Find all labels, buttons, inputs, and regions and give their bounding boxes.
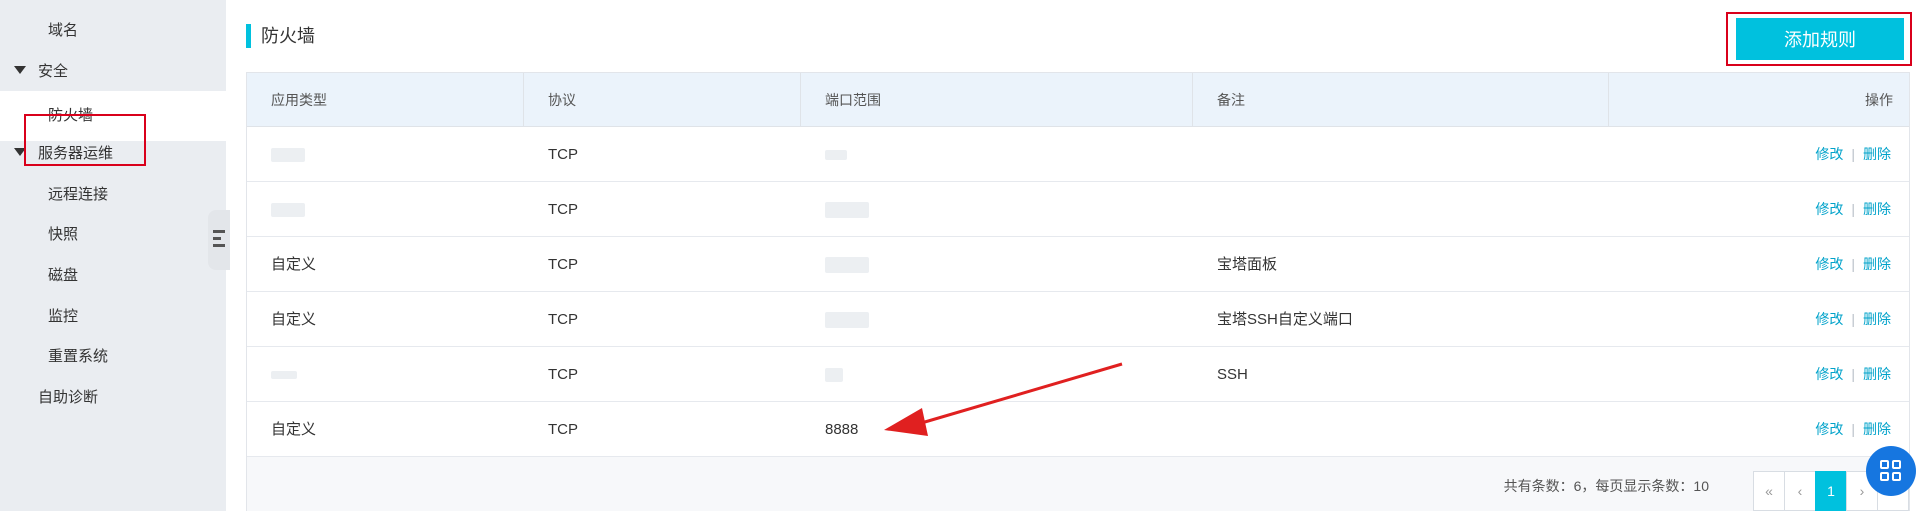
port-cell — [801, 237, 1193, 292]
port-cell — [801, 347, 1193, 402]
grid-apps-icon — [1880, 460, 1902, 482]
table-row: 自定义 TCP 宝塔SSH自定义端口 修改 | 删除 — [247, 292, 1909, 347]
app-type-cell: 自定义 — [271, 421, 317, 438]
edit-link[interactable]: 修改 — [1815, 201, 1843, 217]
action-separator: | — [1851, 201, 1855, 217]
column-header-app-type: 应用类型 — [247, 73, 524, 127]
port-cell: 8888 — [825, 421, 859, 438]
table-row: TCP 修改 | 删除 — [247, 182, 1909, 237]
column-header-actions: 操作 — [1865, 92, 1893, 108]
note-cell — [1193, 127, 1609, 182]
firewall-rules-table: 应用类型 协议 端口范围 备注 操作 TCP 修改 | 删除 TCP 修改 | 删除 自… — [246, 72, 1910, 511]
floating-apps-button[interactable] — [1866, 446, 1916, 496]
action-separator: | — [1851, 421, 1855, 437]
edit-link[interactable]: 修改 — [1815, 146, 1843, 162]
app-type-cell: 自定义 — [271, 256, 317, 273]
page-title: 防火墙 — [261, 26, 315, 46]
column-header-note: 备注 — [1193, 73, 1609, 127]
note-cell — [1193, 182, 1609, 237]
delete-link[interactable]: 删除 — [1863, 366, 1891, 382]
sidebar-item-label: 监控 — [48, 308, 79, 325]
app-type-cell — [247, 347, 524, 402]
protocol-cell: TCP — [548, 201, 578, 218]
collapse-menu-icon[interactable] — [213, 230, 225, 250]
action-separator: | — [1851, 146, 1855, 162]
sidebar: 域名 安全 防火墙 服务器运维 远程连接 快照 磁盘 监控 重置系统 自助诊断 — [0, 0, 226, 511]
current-page-button[interactable]: 1 — [1815, 471, 1847, 511]
action-separator: | — [1851, 256, 1855, 272]
delete-link[interactable]: 删除 — [1863, 311, 1891, 327]
sidebar-item-label: 服务器运维 — [38, 145, 114, 162]
sidebar-item-label: 防火墙 — [48, 107, 94, 124]
table-row: TCP 修改 | 删除 — [247, 127, 1909, 182]
edit-link[interactable]: 修改 — [1815, 256, 1843, 272]
table-row: TCP SSH 修改 | 删除 — [247, 347, 1909, 402]
row-actions: 修改 | 删除 — [1815, 347, 1891, 402]
add-rule-button[interactable]: 添加规则 — [1736, 18, 1904, 60]
edit-link[interactable]: 修改 — [1815, 311, 1843, 327]
action-separator: | — [1851, 311, 1855, 327]
redacted-text — [825, 202, 869, 219]
delete-link[interactable]: 删除 — [1863, 146, 1891, 162]
redacted-text — [271, 203, 305, 218]
sidebar-item-label: 安全 — [38, 63, 69, 80]
table-header: 应用类型 协议 端口范围 备注 操作 — [247, 73, 1909, 127]
redacted-text — [825, 368, 843, 383]
caret-down-icon — [14, 148, 26, 157]
port-cell — [801, 292, 1193, 347]
table-row: 自定义 TCP 宝塔面板 修改 | 删除 — [247, 237, 1909, 292]
note-cell — [1193, 402, 1609, 457]
pagination-info: 共有条数：6，每页显示条数：10 — [1503, 478, 1709, 494]
note-cell: 宝塔SSH自定义端口 — [1217, 311, 1353, 328]
row-actions: 修改 | 删除 — [1815, 182, 1891, 237]
sidebar-item-label: 重置系统 — [48, 348, 109, 365]
column-header-protocol: 协议 — [524, 73, 801, 127]
app-type-cell — [247, 182, 524, 237]
delete-link[interactable]: 删除 — [1863, 256, 1891, 272]
sidebar-item-label: 远程连接 — [48, 186, 109, 203]
first-page-button[interactable]: « — [1753, 471, 1785, 511]
sidebar-item-label: 自助诊断 — [38, 389, 99, 406]
table-footer: 共有条数：6，每页显示条数：10 « ‹ 1 › » — [247, 457, 1909, 511]
sidebar-item-label: 磁盘 — [48, 267, 79, 284]
action-separator: | — [1851, 366, 1855, 382]
protocol-cell: TCP — [548, 366, 578, 383]
note-cell: SSH — [1217, 366, 1248, 383]
edit-link[interactable]: 修改 — [1815, 366, 1843, 382]
redacted-text — [825, 312, 869, 329]
caret-down-icon — [14, 66, 26, 75]
protocol-cell: TCP — [548, 256, 578, 273]
sidebar-item-label: 快照 — [48, 226, 79, 243]
app-type-cell — [247, 127, 524, 182]
delete-link[interactable]: 删除 — [1863, 421, 1891, 437]
sidebar-group-security[interactable]: 安全 — [0, 47, 226, 97]
app-type-cell: 自定义 — [271, 311, 317, 328]
redacted-text — [825, 150, 847, 161]
title-accent-bar — [246, 24, 251, 48]
row-actions: 修改 | 删除 — [1815, 237, 1891, 292]
protocol-cell: TCP — [548, 421, 578, 438]
delete-link[interactable]: 删除 — [1863, 201, 1891, 217]
sidebar-item-label: 域名 — [48, 22, 79, 39]
protocol-cell: TCP — [548, 146, 578, 163]
column-header-port-range: 端口范围 — [801, 73, 1193, 127]
row-actions: 修改 | 删除 — [1815, 292, 1891, 347]
sidebar-item-self-diagnosis[interactable]: 自助诊断 — [0, 373, 226, 423]
port-cell — [801, 182, 1193, 237]
table-row: 自定义 TCP 8888 修改 | 删除 — [247, 402, 1909, 457]
prev-page-button[interactable]: ‹ — [1784, 471, 1816, 511]
note-cell: 宝塔面板 — [1217, 256, 1278, 273]
port-cell — [801, 127, 1193, 182]
edit-link[interactable]: 修改 — [1815, 421, 1843, 437]
redacted-text — [825, 257, 869, 274]
redacted-text — [271, 371, 297, 380]
row-actions: 修改 | 删除 — [1815, 127, 1891, 182]
protocol-cell: TCP — [548, 311, 578, 328]
redacted-text — [271, 148, 305, 163]
